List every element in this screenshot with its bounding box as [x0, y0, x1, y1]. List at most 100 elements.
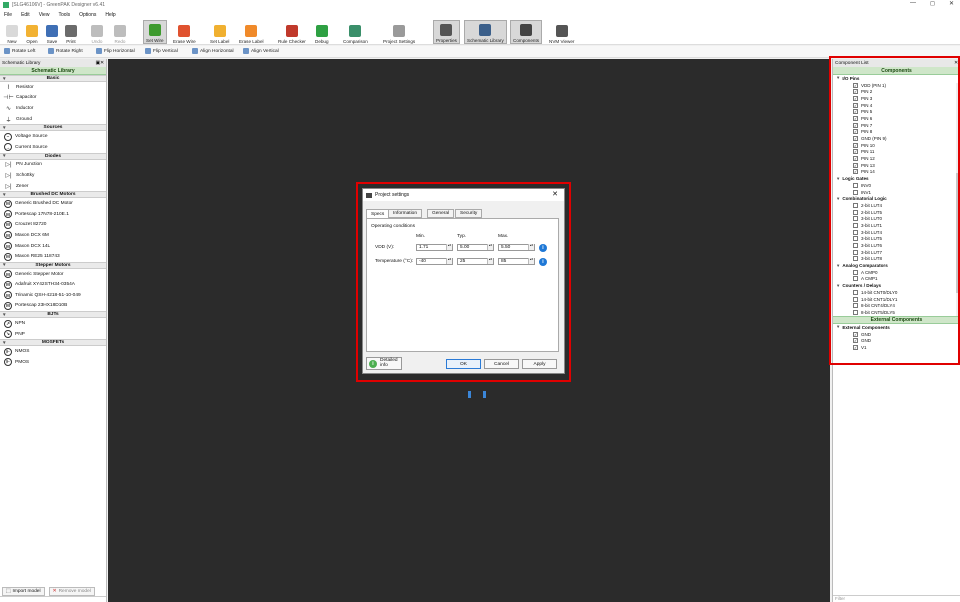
library-item-label: Resistor — [16, 84, 34, 90]
main-toolbar: New Open Save Print Undo Redo Set Wire Erase Wi… — [0, 19, 960, 45]
library-item-current-source[interactable]: → Current Source — [0, 142, 106, 153]
library-item-generic-stepper-motor[interactable]: M Generic Stepper Motor — [0, 269, 106, 280]
toolbar-nvm-viewer-button[interactable]: NVM Viewer — [547, 20, 576, 44]
remove-model-button[interactable]: ✕ Remove model — [48, 586, 95, 596]
library-item-trinamic-qsh-4218-51-10-049[interactable]: M Trinamic QSH-4218-51-10-049 — [0, 290, 106, 301]
library-filter-bar[interactable] — [0, 596, 106, 602]
library-section-stepper-motors[interactable]: Stepper Motors — [0, 261, 106, 269]
menu-view[interactable]: View — [39, 12, 50, 18]
ground-icon: ⏚ — [5, 117, 12, 124]
title-bar: [SLG46106V] - GreenPAK Designer v6.41 — … — [0, 0, 960, 10]
comparison-icon — [349, 25, 362, 37]
dialog-highlight-box — [356, 182, 571, 382]
library-item-label: PMOS — [15, 359, 30, 365]
toolbar-redo-button[interactable]: Redo — [112, 20, 128, 44]
flip-vertical-button[interactable]: Flip Vertical — [145, 48, 178, 54]
import-model-button[interactable]: ⬚ Import model — [2, 586, 45, 596]
align-vertical-button[interactable]: Align Vertical — [243, 48, 279, 54]
toolbar-rule-checker-label: Rule Checker — [278, 39, 306, 44]
import-icon: ⬚ — [6, 588, 11, 594]
library-item-inductor[interactable]: ∿ Inductor — [0, 103, 106, 114]
library-section-diodes[interactable]: Diodes — [0, 152, 106, 160]
toolbar-debug-label: Debug — [315, 39, 329, 44]
toolbar-set-label-button[interactable]: Set Label — [208, 20, 231, 44]
toolbar-set-wire-button[interactable]: Set Wire — [143, 20, 167, 44]
library-item-zener[interactable]: ▷| Zener — [0, 181, 106, 192]
library-item-resistor[interactable]: ⌇ Resistor — [0, 82, 106, 93]
toolbar-open-label: Open — [26, 39, 38, 44]
library-section-bjts[interactable]: BJTs — [0, 311, 106, 319]
library-item-label: NMOS — [15, 349, 30, 355]
library-item-pmos[interactable]: ⊩ PMOS — [0, 357, 106, 368]
library-section-sources[interactable]: Sources — [0, 124, 106, 132]
remove-icon: ✕ — [52, 588, 57, 594]
library-item-capacitor[interactable]: ⊣⊢ Capacitor — [0, 93, 106, 104]
library-item-crouzet-82720[interactable]: M Crouzet 82720 — [0, 220, 106, 231]
app-icon — [3, 2, 9, 8]
library-item-npn[interactable]: ↗ NPN — [0, 318, 106, 329]
pin-marker[interactable] — [468, 391, 471, 398]
remove-model-label: Remove model — [58, 588, 91, 594]
menu-edit[interactable]: Edit — [21, 12, 30, 18]
library-item-label: Portescap 17N78-210E.1 — [15, 211, 69, 217]
motor-icon: M — [4, 242, 12, 251]
library-item-label: NPN — [15, 321, 26, 327]
toolbar-print-button[interactable]: Print — [63, 20, 79, 44]
menu-options[interactable]: Options — [79, 12, 96, 18]
toolbar-rule-checker-button[interactable]: Rule Checker — [276, 20, 308, 44]
align-horizontal-button[interactable]: Align Horizontal — [192, 48, 234, 54]
rotate-right-button[interactable]: Rotate Right — [48, 48, 83, 54]
library-item-label: Maxon DCX 14L — [15, 243, 51, 249]
toolbar-undo-button[interactable]: Undo — [89, 20, 105, 44]
toolbar-save-button[interactable]: Save — [44, 20, 60, 44]
library-item-maxon-dcx-6m[interactable]: M Maxon DCX 6M — [0, 230, 106, 241]
toolbar-project-settings-label: Project Settings — [383, 39, 416, 44]
toolbar-project-settings-button[interactable]: Project Settings — [381, 20, 417, 44]
toolbar-debug-button[interactable]: Debug — [313, 20, 331, 44]
align-horizontal-label: Align Horizontal — [200, 48, 234, 54]
library-item-schottky[interactable]: ▷| Schottky — [0, 170, 106, 181]
library-item-portescap-23hx18d10b[interactable]: M Portescap 23HX18D10B — [0, 301, 106, 312]
toolbar-comparison-button[interactable]: Comparison — [341, 20, 370, 44]
close-window-button[interactable]: ✕ — [949, 0, 954, 7]
library-item-pnp[interactable]: ↘ PNP — [0, 329, 106, 340]
library-item-maxon-dcx-14l[interactable]: M Maxon DCX 14L — [0, 241, 106, 252]
schematic-library-panel: Schematic Library ▣✕ Schematic Library B… — [0, 59, 107, 602]
library-item-label: Inductor — [16, 105, 34, 111]
library-panel-close-icon[interactable]: ▣✕ — [95, 61, 104, 66]
toolbar-erase-wire-button[interactable]: Erase Wire — [171, 20, 198, 44]
library-item-ground[interactable]: ⏚ Ground — [0, 114, 106, 125]
library-item-voltage-source[interactable]: ~ Voltage Source — [0, 131, 106, 142]
library-item-generic-brushed-dc-motor[interactable]: M Generic Brushed DC Motor — [0, 198, 106, 209]
toolbar-new-button[interactable]: New — [4, 20, 20, 44]
maximize-button[interactable]: ◻ — [930, 0, 935, 7]
pin-marker[interactable] — [483, 391, 486, 398]
motor-icon: M — [4, 252, 12, 261]
library-item-adafruit-xy42sth34-0354a[interactable]: M Adafruit XY42STH34-0354A — [0, 280, 106, 291]
pnp-icon: ↘ — [4, 330, 12, 339]
library-item-pn-junction[interactable]: ▷| PN Junction — [0, 160, 106, 171]
flip-vertical-icon — [145, 48, 151, 54]
menu-help[interactable]: Help — [105, 12, 115, 18]
toolbar-properties-button[interactable]: Properties — [433, 20, 460, 44]
toolbar-open-button[interactable]: Open — [24, 20, 40, 44]
library-section-mosfets[interactable]: MOSFETs — [0, 339, 106, 347]
redo-icon — [114, 25, 126, 37]
library-item-maxon-re25-118743[interactable]: M Maxon RE25 118743 — [0, 251, 106, 262]
toolbar-schematic-library-button[interactable]: Schematic Library — [464, 20, 507, 44]
library-item-nmos[interactable]: ⊩ NMOS — [0, 346, 106, 357]
library-section-brushed-dc-motors[interactable]: Brushed DC Motors — [0, 191, 106, 199]
library-item-portescap-17n78-210e-1[interactable]: M Portescap 17N78-210E.1 — [0, 209, 106, 220]
minimize-button[interactable]: — — [910, 0, 916, 7]
toolbar-nvm-viewer-label: NVM Viewer — [549, 39, 575, 44]
library-section-basic[interactable]: Basic — [0, 75, 106, 82]
menu-tools[interactable]: Tools — [58, 12, 70, 18]
library-item-label: Current Source — [15, 144, 48, 150]
toolbar-components-button[interactable]: Components — [510, 20, 543, 44]
menu-file[interactable]: File — [4, 12, 12, 18]
toolbar-erase-label-button[interactable]: Erase Label — [237, 20, 266, 44]
rotate-left-button[interactable]: Rotate Left — [4, 48, 35, 54]
window-title: [SLG46106V] - GreenPAK Designer v6.41 — [12, 2, 106, 8]
component-filter-input[interactable]: Filter — [833, 595, 960, 602]
flip-horizontal-button[interactable]: Flip Horizontal — [96, 48, 135, 54]
